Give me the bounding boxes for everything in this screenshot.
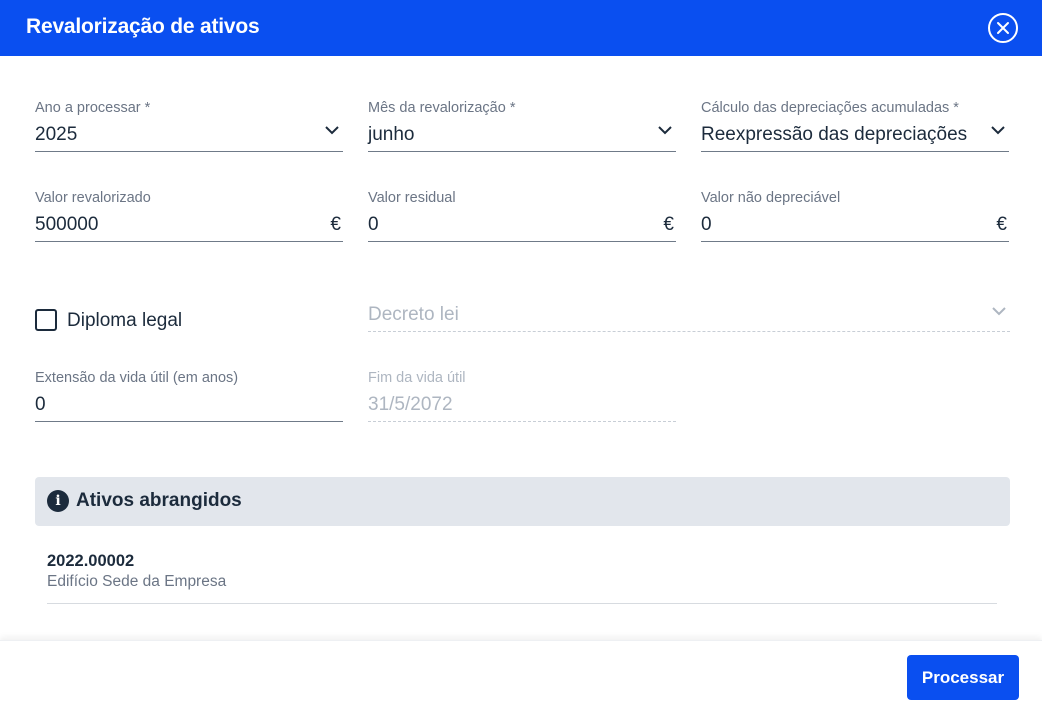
field-underline <box>701 151 1009 152</box>
asset-code: 2022.00002 <box>47 552 135 570</box>
chevron-down-icon[interactable] <box>325 126 339 135</box>
non-depreciable-value-value[interactable]: 0 <box>701 214 712 236</box>
field-underline <box>368 241 676 242</box>
dialog-footer: Processar <box>0 640 1042 712</box>
year-label: Ano a processar * <box>35 100 151 116</box>
month-label: Mês da revalorização * <box>368 100 516 116</box>
month-value: junho <box>368 124 415 145</box>
dialog-title: Revalorização de ativos <box>26 15 260 38</box>
residual-value-value[interactable]: 0 <box>368 214 379 236</box>
currency-symbol: € <box>996 214 1007 235</box>
decree-law-placeholder: Decreto lei <box>368 304 459 325</box>
chevron-down-icon <box>992 307 1006 316</box>
legal-diploma-checkbox[interactable] <box>35 309 57 331</box>
field-underline <box>368 421 676 422</box>
revalued-value-label: Valor revalorizado <box>35 190 151 206</box>
assets-section-header: i Ativos abrangidos <box>35 477 1010 526</box>
list-item: 2022.00002 Edifício Sede da Empresa <box>47 552 997 604</box>
field-underline <box>701 241 1009 242</box>
depreciation-calc-label: Cálculo das depreciações acumuladas * <box>701 100 959 116</box>
dialog-header: Revalorização de ativos <box>0 0 1042 56</box>
field-underline <box>35 421 343 422</box>
process-button[interactable]: Processar <box>907 655 1019 700</box>
close-icon[interactable] <box>988 13 1018 43</box>
field-underline <box>368 331 1010 332</box>
asset-name: Edifício Sede da Empresa <box>47 573 227 590</box>
residual-value-label: Valor residual <box>368 190 456 206</box>
useful-life-end-value: 31/5/2072 <box>368 394 453 415</box>
currency-symbol: € <box>663 214 674 235</box>
currency-symbol: € <box>330 214 341 235</box>
chevron-down-icon[interactable] <box>658 126 672 135</box>
non-depreciable-value-label: Valor não depreciável <box>701 190 841 206</box>
assets-section-title: Ativos abrangidos <box>76 490 242 511</box>
useful-life-end-label: Fim da vida útil <box>368 370 466 386</box>
useful-life-extension-value[interactable]: 0 <box>35 394 46 416</box>
revalued-value-value[interactable]: 500000 <box>35 214 98 236</box>
depreciation-calc-value: Reexpressão das depreciações <box>701 124 968 145</box>
field-underline <box>35 241 343 242</box>
field-underline <box>35 151 343 152</box>
chevron-down-icon[interactable] <box>991 126 1005 135</box>
year-value: 2025 <box>35 124 78 145</box>
field-underline <box>368 151 676 152</box>
legal-diploma-label[interactable]: Diploma legal <box>67 310 182 332</box>
revaluation-dialog: Revalorização de ativos Ano a processar … <box>0 0 1042 712</box>
useful-life-extension-label: Extensão da vida útil (em anos) <box>35 370 239 386</box>
info-icon: i <box>47 490 69 512</box>
